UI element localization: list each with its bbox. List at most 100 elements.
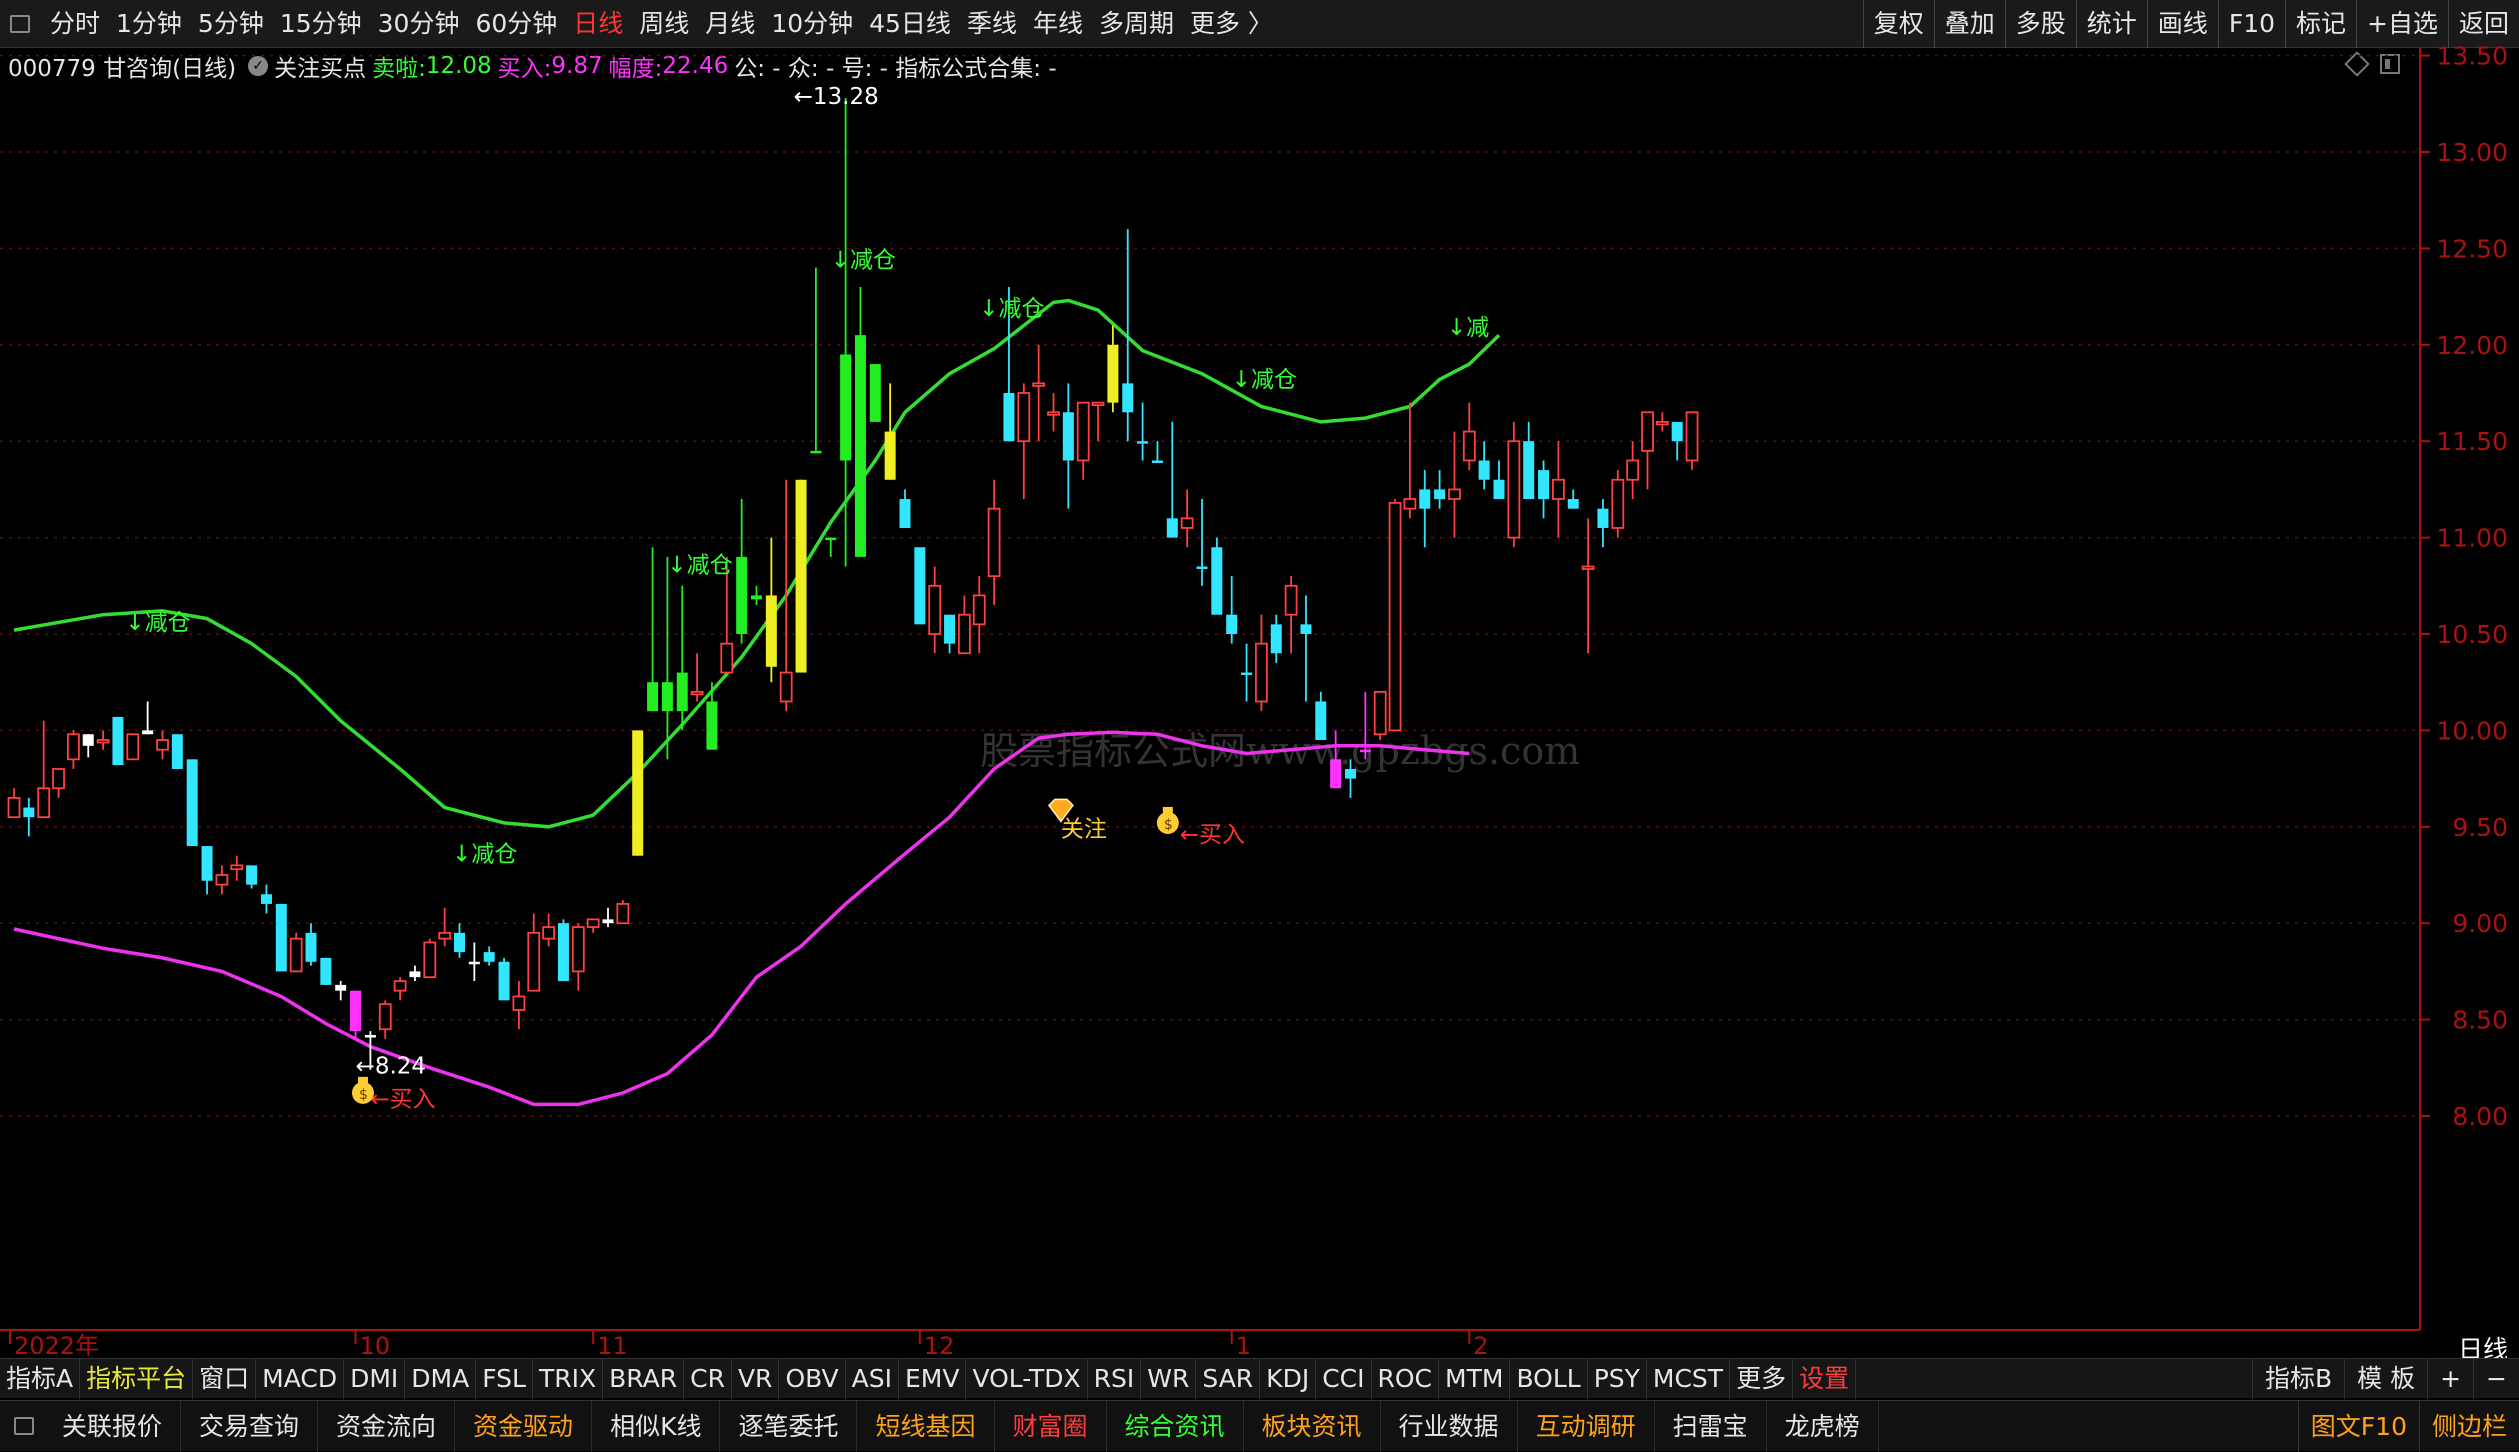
time-tick-label: 2 bbox=[1473, 1332, 1488, 1358]
candle-body bbox=[1478, 460, 1490, 480]
candle-body bbox=[1166, 518, 1178, 538]
indicator-tab[interactable]: − bbox=[2473, 1359, 2519, 1399]
candle-body bbox=[720, 642, 734, 674]
indicator-tab[interactable]: TRIX bbox=[533, 1358, 604, 1399]
indicator-tab[interactable]: MCST bbox=[1647, 1358, 1731, 1399]
indicator-tab[interactable]: BRAR bbox=[603, 1358, 685, 1399]
function-tab[interactable]: 逐笔委托 bbox=[720, 1400, 858, 1452]
indicator-tab[interactable]: MTM bbox=[1439, 1358, 1511, 1399]
indicator-tab[interactable]: WR bbox=[1141, 1358, 1197, 1399]
function-tabs: 关联报价 交易查询 资金流向 资金驱动 相似K线 逐笔委托 短线基因 财富圈 综合资讯 板块资讯行… bbox=[0, 1400, 2519, 1452]
candle-body bbox=[142, 730, 154, 735]
price-tick-label: 11.50 bbox=[2436, 427, 2508, 456]
candle-body bbox=[690, 690, 704, 696]
candle-body bbox=[498, 961, 510, 1001]
indicator-tab[interactable]: ASI bbox=[846, 1358, 899, 1399]
function-tab[interactable]: 综合资讯 bbox=[1107, 1400, 1244, 1452]
candle-body bbox=[126, 733, 140, 761]
indicator-tab[interactable]: 指标平台 bbox=[80, 1358, 194, 1399]
candle-body bbox=[1255, 642, 1268, 703]
indicator-tab[interactable]: 更多 bbox=[1730, 1358, 1794, 1399]
candle-body bbox=[7, 796, 21, 819]
candle-body bbox=[1137, 441, 1149, 444]
function-tab[interactable]: 互动调研 bbox=[1518, 1400, 1655, 1452]
candle-body bbox=[661, 682, 673, 712]
function-tab[interactable]: 龙虎榜 bbox=[1767, 1400, 1879, 1452]
chart-annotation: ↓减 bbox=[1447, 315, 1489, 341]
candle-body bbox=[1196, 566, 1208, 570]
candle-body bbox=[1611, 478, 1625, 529]
indicator-tab[interactable]: 指标A bbox=[0, 1358, 81, 1399]
function-tab[interactable]: 资金驱动 bbox=[455, 1400, 593, 1452]
indicator-tab[interactable]: OBV bbox=[779, 1358, 846, 1399]
indicator-tab[interactable]: 模 板 bbox=[2344, 1359, 2427, 1399]
candle-body bbox=[378, 1003, 392, 1031]
candle-body bbox=[1507, 440, 1521, 539]
function-tab[interactable]: 资金流向 bbox=[318, 1400, 456, 1452]
candle-body bbox=[423, 941, 437, 979]
candle-body bbox=[186, 759, 198, 847]
function-tab[interactable]: 相似K线 bbox=[592, 1400, 721, 1452]
candle-body bbox=[1419, 489, 1431, 509]
indicator-tab[interactable]: CCI bbox=[1316, 1358, 1372, 1399]
indicator-tab[interactable]: FSL bbox=[476, 1358, 533, 1399]
candle-body bbox=[1241, 672, 1253, 676]
indicator-tab[interactable]: RSI bbox=[1088, 1358, 1142, 1399]
candle-body bbox=[1047, 411, 1060, 416]
indicator-tab[interactable]: MACD bbox=[256, 1358, 345, 1399]
candle-body bbox=[1107, 344, 1119, 403]
candle-body bbox=[1270, 624, 1282, 654]
price-tick-label: 10.00 bbox=[2436, 716, 2508, 745]
function-menu-icon[interactable] bbox=[14, 1417, 34, 1435]
candle-body bbox=[765, 595, 777, 667]
indicator-tab[interactable]: 窗口 bbox=[193, 1358, 257, 1399]
function-tab[interactable]: 短线基因 bbox=[857, 1400, 995, 1452]
chart-annotation: ←买入 bbox=[370, 1086, 435, 1112]
candle-body bbox=[854, 335, 866, 557]
indicator-tab[interactable]: ROC bbox=[1372, 1358, 1440, 1399]
price-tick-label: 10.50 bbox=[2436, 620, 2508, 649]
indicator-tab[interactable]: DMI bbox=[344, 1358, 406, 1399]
price-tick-label: 8.50 bbox=[2452, 1006, 2508, 1035]
indicator-tab[interactable]: KDJ bbox=[1260, 1358, 1317, 1399]
candle-body bbox=[647, 682, 659, 712]
indicator-tab[interactable]: VOL-TDX bbox=[966, 1358, 1088, 1399]
indicator-tab[interactable]: VR bbox=[732, 1358, 780, 1399]
candle-body bbox=[156, 739, 169, 751]
indicator-tab[interactable]: 设置 bbox=[1793, 1358, 1857, 1399]
candle-body bbox=[1388, 501, 1402, 732]
indicator-tab[interactable]: 指标B bbox=[2251, 1359, 2344, 1399]
candle-body bbox=[542, 926, 555, 940]
price-tick-label: 11.00 bbox=[2436, 524, 2508, 553]
indicator-tab[interactable]: EMV bbox=[899, 1358, 967, 1399]
candle-body bbox=[320, 957, 332, 985]
function-tab[interactable]: 交易查询 bbox=[181, 1400, 319, 1452]
candle-body bbox=[602, 919, 614, 924]
indicator-tab[interactable]: SAR bbox=[1196, 1358, 1261, 1399]
chart-annotation: ←买入 bbox=[1180, 822, 1245, 848]
candle-body bbox=[1315, 701, 1327, 741]
indicator-tab[interactable]: DMA bbox=[405, 1358, 477, 1399]
candle-body bbox=[350, 990, 362, 1032]
candle-body bbox=[1448, 488, 1461, 500]
indicator-tab[interactable]: + bbox=[2427, 1359, 2473, 1399]
candle-body bbox=[364, 1035, 376, 1038]
function-tab[interactable]: 关联报价 bbox=[44, 1400, 182, 1452]
function-tab[interactable]: 财富圈 bbox=[995, 1400, 1107, 1452]
price-tick-label: 12.00 bbox=[2436, 331, 2508, 360]
time-tick-label: 1 bbox=[1236, 1332, 1251, 1358]
candle-body bbox=[230, 864, 244, 871]
function-tab[interactable]: 图文F10 bbox=[2297, 1401, 2419, 1452]
function-tab[interactable]: 行业数据 bbox=[1381, 1400, 1518, 1452]
function-tab[interactable]: 侧边栏 bbox=[2418, 1401, 2519, 1452]
candle-body bbox=[1151, 460, 1163, 463]
indicator-tab[interactable]: CR bbox=[684, 1358, 732, 1399]
chart-annotation: ↓减仓 bbox=[667, 552, 732, 578]
candlestick-chart[interactable]: 13.50 13.00 12.50 12.00 11.50 11.00 10.50 10.00… bbox=[0, 0, 2519, 1358]
indicator-tab[interactable]: PSY bbox=[1588, 1358, 1647, 1399]
function-tab[interactable]: 板块资讯 bbox=[1244, 1400, 1381, 1452]
function-tab[interactable]: 扫雷宝 bbox=[1655, 1400, 1767, 1452]
candle-body bbox=[1493, 479, 1505, 500]
indicator-tab[interactable]: BOLL bbox=[1510, 1358, 1588, 1399]
candle-body bbox=[1062, 412, 1074, 461]
